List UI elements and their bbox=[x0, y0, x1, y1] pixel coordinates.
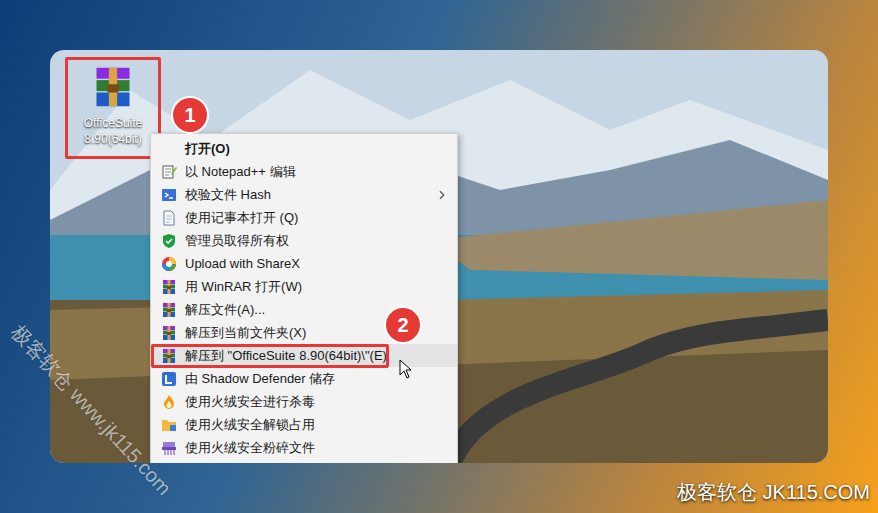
shadow-defender-icon bbox=[161, 371, 177, 387]
winrar-icon bbox=[161, 279, 177, 295]
step-badge: 1 bbox=[173, 98, 207, 132]
winrar-icon bbox=[161, 325, 177, 341]
menu-item-label: 使用火绒安全粉碎文件 bbox=[185, 438, 315, 458]
file-label: 8.90(64bit) bbox=[84, 131, 141, 147]
menu-item-label: 解压到当前文件夹(X) bbox=[185, 323, 306, 343]
notepad-icon bbox=[161, 210, 177, 226]
highlight-box bbox=[151, 344, 389, 368]
menu-item[interactable]: 校验文件 Hash bbox=[151, 183, 457, 206]
step-badge: 2 bbox=[386, 308, 420, 342]
diagonal-watermark: 极客软仓 www.jk115.com bbox=[4, 318, 178, 502]
shield-icon bbox=[161, 233, 177, 249]
menu-item[interactable]: Upload with ShareX bbox=[151, 252, 457, 275]
menu-item[interactable]: 打开(O) bbox=[151, 137, 457, 160]
sharex-icon bbox=[161, 256, 177, 272]
huorong-icon bbox=[161, 394, 177, 410]
winrar-icon bbox=[161, 348, 177, 364]
menu-item-label: 由 Shadow Defender 储存 bbox=[185, 369, 335, 389]
notepadpp-icon bbox=[161, 164, 177, 180]
menu-item-label: 以 Notepad++ 编辑 bbox=[185, 162, 296, 182]
menu-item[interactable]: 以 Notepad++ 编辑 bbox=[151, 160, 457, 183]
menu-item[interactable]: 解压到 "OfficeSuite 8.90(64bit)\"(E) bbox=[151, 344, 457, 367]
submenu-arrow-icon bbox=[435, 188, 449, 202]
menu-item[interactable]: 使用火绒安全解锁占用 bbox=[151, 413, 457, 436]
cursor-icon bbox=[399, 359, 413, 379]
corner-watermark: 极客软仓 JK115.COM bbox=[677, 477, 870, 507]
menu-item[interactable]: 用 WinRAR 打开(W) bbox=[151, 275, 457, 298]
menu-item-label: 解压到 "OfficeSuite 8.90(64bit)\"(E) bbox=[185, 346, 387, 366]
menu-item-label: 校验文件 Hash bbox=[185, 185, 271, 205]
menu-item-label: 使用记事本打开 (Q) bbox=[185, 208, 298, 228]
winrar-icon bbox=[161, 302, 177, 318]
menu-item[interactable]: 管理员取得所有权 bbox=[151, 229, 457, 252]
file-label: OfficeSuite bbox=[84, 115, 142, 131]
menu-item-label: 用 WinRAR 打开(W) bbox=[185, 277, 302, 297]
menu-item[interactable]: 使用火绒安全进行杀毒 bbox=[151, 390, 457, 413]
hash-icon bbox=[161, 187, 177, 203]
menu-item-label: 使用火绒安全解锁占用 bbox=[185, 415, 315, 435]
huorong-shred-icon bbox=[161, 440, 177, 456]
desktop-window: OfficeSuite8.90(64bit) 打开(O) 以 Notepad++ 编… bbox=[50, 50, 828, 463]
context-menu: 打开(O) 以 Notepad++ 编辑校验文件 Hash 使用记事本打开 (Q) 管… bbox=[150, 133, 458, 463]
highlight-box bbox=[65, 57, 161, 159]
menu-item-label: 解压文件(A)... bbox=[185, 300, 265, 320]
menu-item-label: Upload with ShareX bbox=[185, 254, 300, 274]
winrar-icon bbox=[91, 65, 135, 109]
menu-item[interactable]: 使用记事本打开 (Q) bbox=[151, 206, 457, 229]
desktop: OfficeSuite8.90(64bit) 打开(O) 以 Notepad++ 编… bbox=[0, 0, 878, 513]
menu-item[interactable]: 使用火绒安全粉碎文件 bbox=[151, 436, 457, 459]
menu-item-label: 使用火绒安全进行杀毒 bbox=[185, 392, 315, 412]
huorong-unlock-icon bbox=[161, 417, 177, 433]
menu-item-label: 打开(O) bbox=[185, 139, 230, 159]
menu-item-label: 管理员取得所有权 bbox=[185, 231, 289, 251]
desktop-file-icon[interactable]: OfficeSuite8.90(64bit) bbox=[65, 57, 161, 159]
